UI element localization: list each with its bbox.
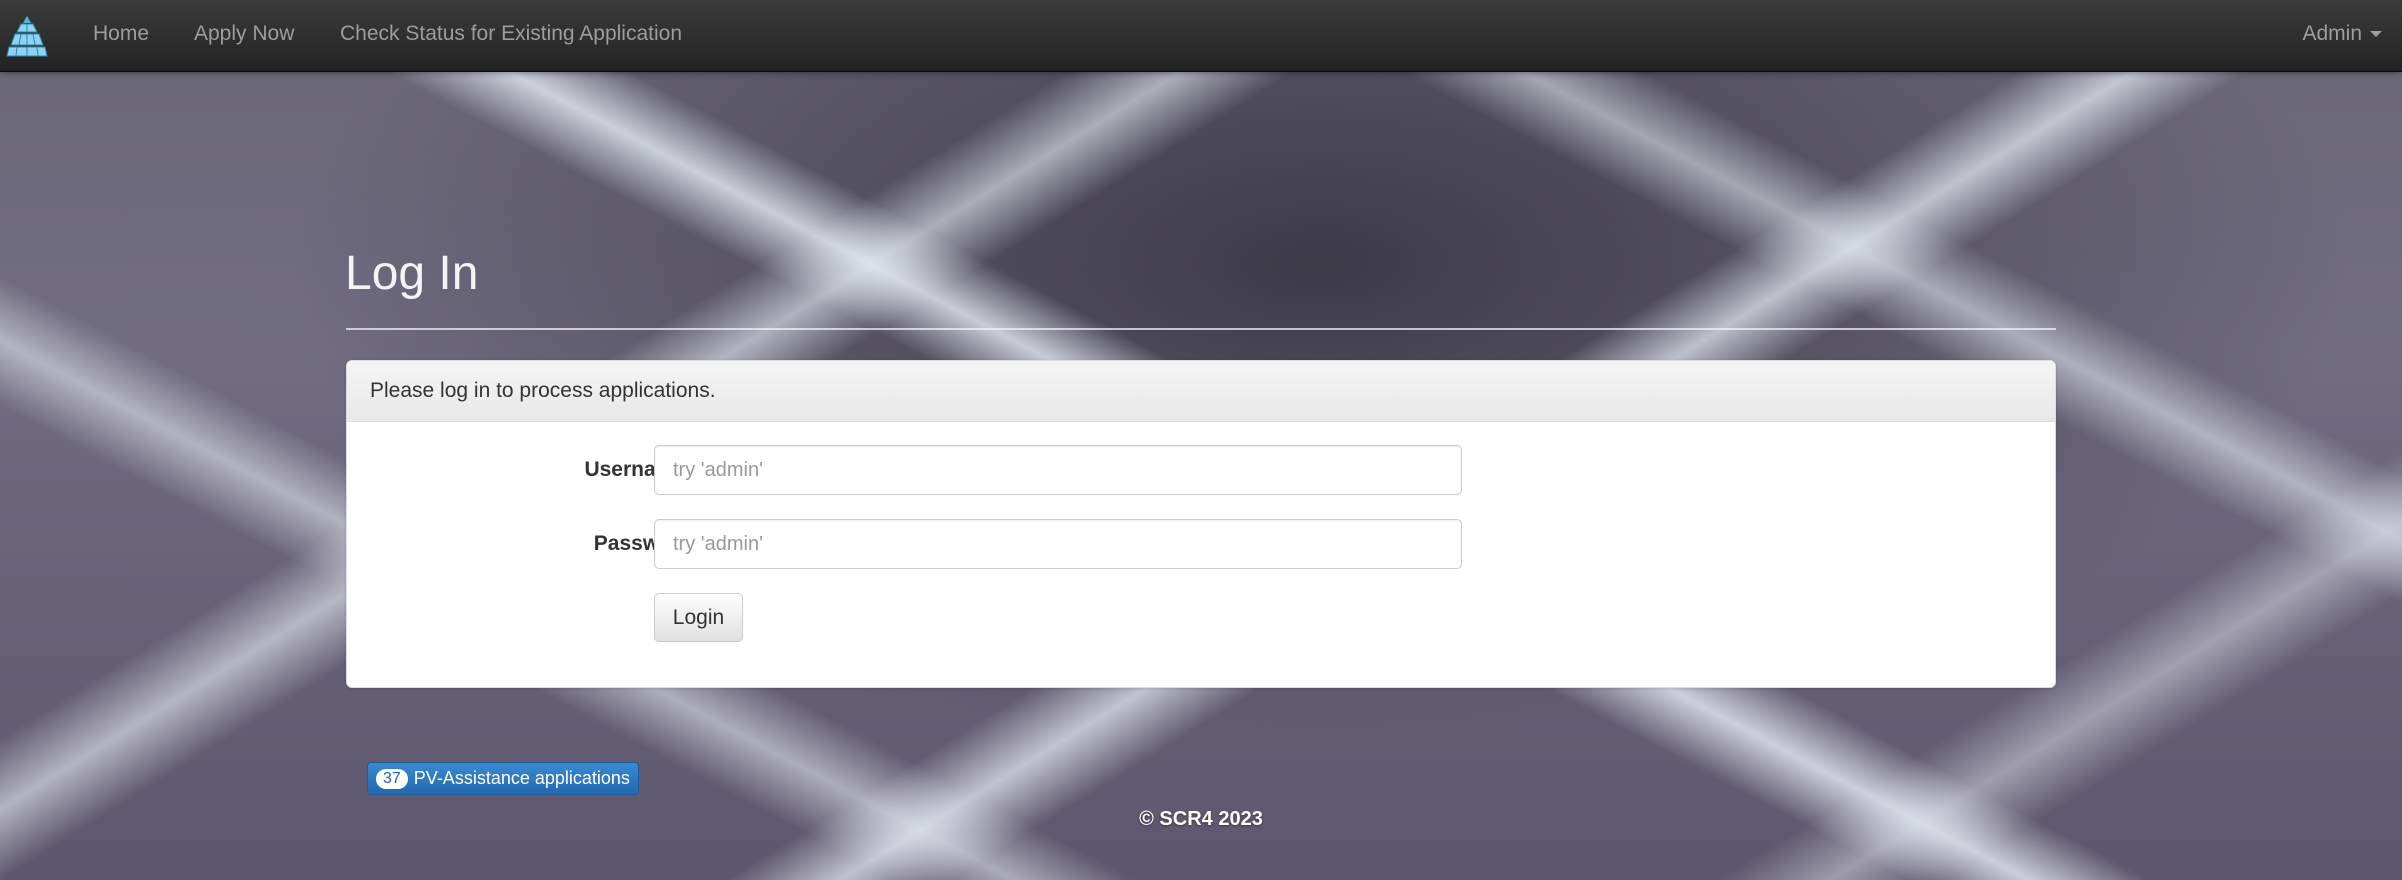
page-title: Log In — [345, 247, 479, 300]
applications-counter-label: PV-Assistance applications — [413, 768, 630, 788]
admin-label: Admin — [2302, 22, 2362, 45]
nav-check-status-link[interactable]: Check Status for Existing Application — [340, 0, 682, 71]
title-divider — [346, 328, 2056, 330]
login-button[interactable]: Login — [654, 593, 743, 642]
nav-apply-now-link[interactable]: Apply Now — [194, 0, 294, 71]
username-input[interactable] — [654, 445, 1462, 495]
applications-count-badge: 37 — [376, 769, 408, 789]
nav-admin-dropdown[interactable]: Admin — [2302, 0, 2382, 71]
panel-heading: Please log in to process applications. — [347, 361, 2055, 422]
navbar: Home Apply Now Check Status for Existing… — [0, 0, 2402, 72]
caret-down-icon — [2370, 31, 2382, 38]
password-input[interactable] — [654, 519, 1462, 569]
solar-panel-logo-icon — [6, 16, 48, 57]
login-panel: Please log in to process applications. U… — [346, 360, 2056, 688]
nav-home-link[interactable]: Home — [93, 0, 149, 71]
footer-copyright: © SCR4 2023 — [1139, 808, 1263, 830]
brand-logo[interactable] — [6, 14, 48, 58]
applications-counter: 37 PV-Assistance applications — [367, 762, 639, 795]
